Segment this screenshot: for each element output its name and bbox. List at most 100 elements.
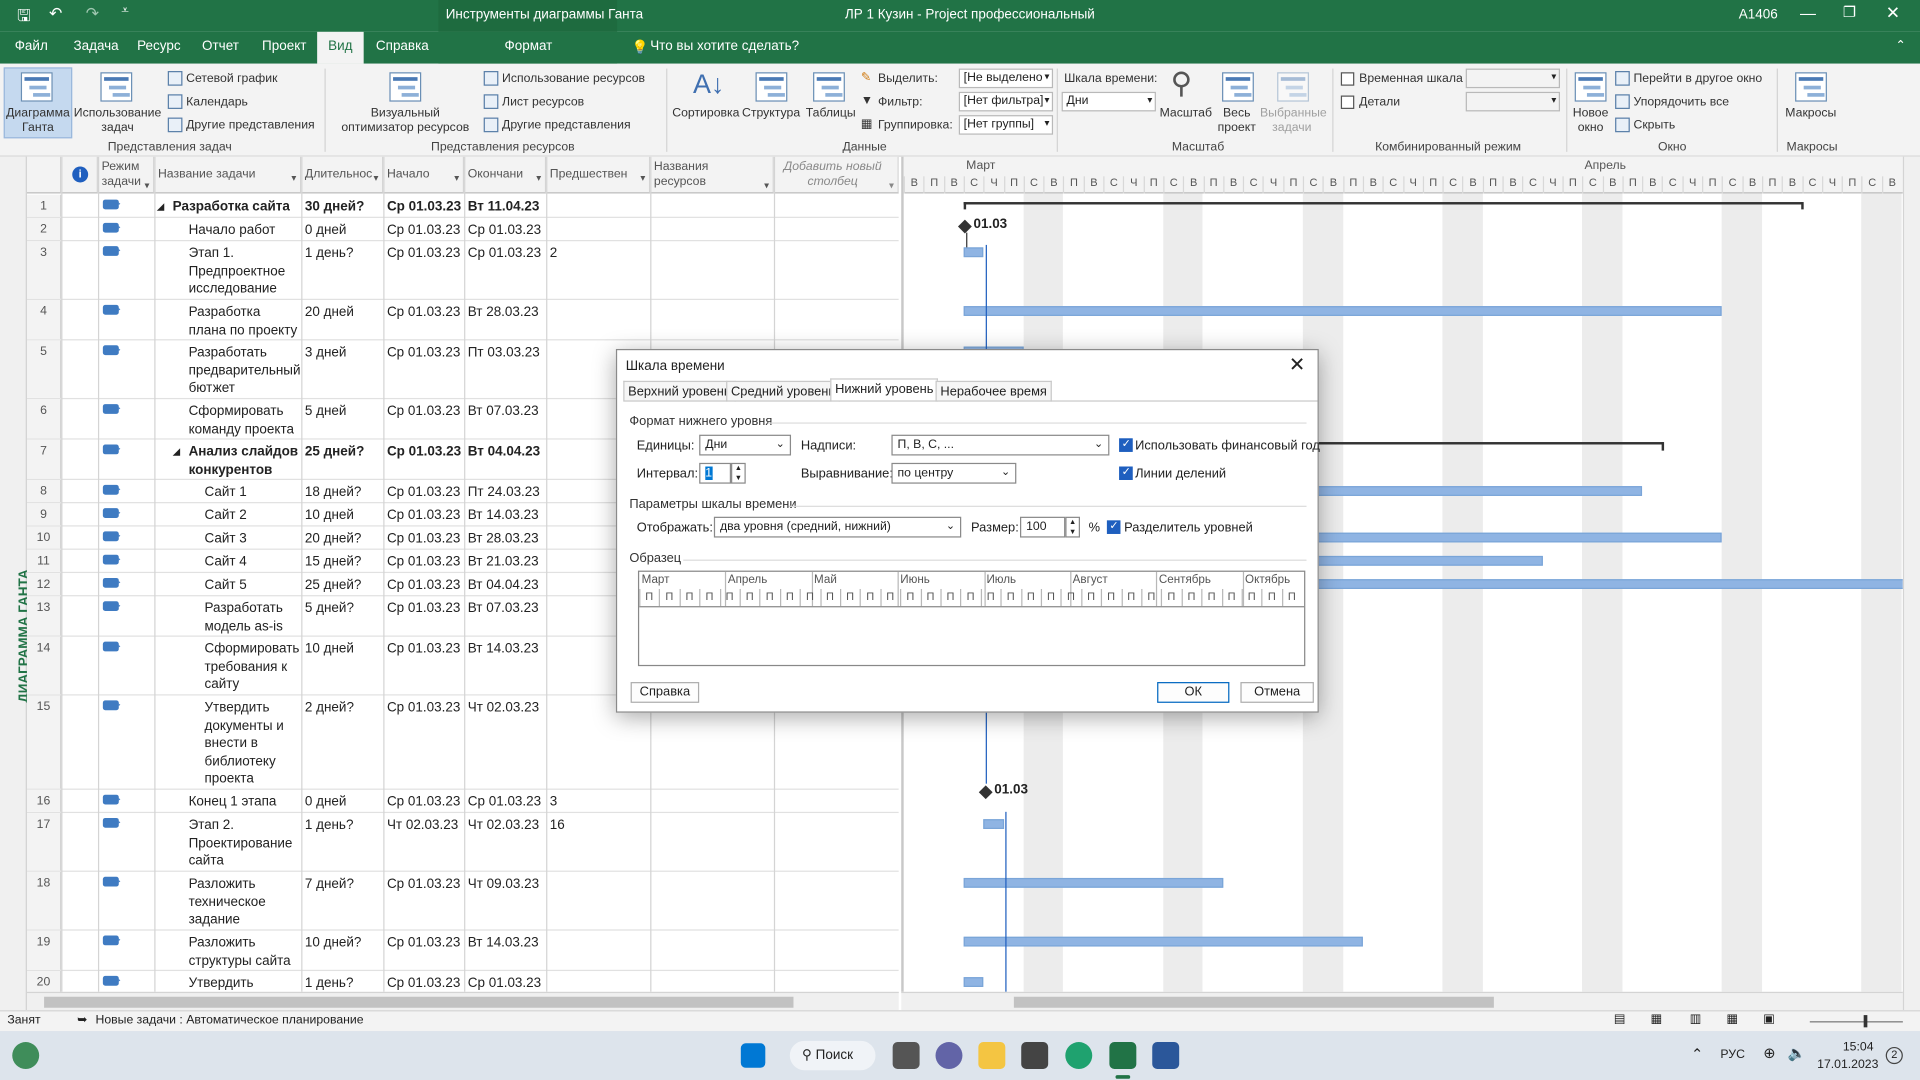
task-start[interactable]: Ср 01.03.23	[387, 793, 460, 811]
collapse-triangle-icon[interactable]: ◢	[157, 198, 165, 216]
row-number[interactable]: 10	[26, 526, 62, 549]
chevron-down-icon[interactable]: ▾	[764, 179, 769, 194]
chevron-down-icon[interactable]: ▾	[640, 171, 645, 186]
milestone-end-stage-1[interactable]	[978, 785, 993, 800]
table-hscroll[interactable]	[26, 991, 899, 1011]
input-language[interactable]: РУС	[1720, 1048, 1745, 1061]
task-start[interactable]: Ср 01.03.23	[387, 640, 460, 658]
task-duration[interactable]: 20 дней?	[305, 530, 362, 548]
details-checkbox[interactable]	[1340, 95, 1355, 109]
collapse-triangle-icon[interactable]: ◢	[173, 443, 181, 461]
row-number[interactable]: 8	[26, 480, 62, 503]
new-window-button[interactable]: Новое окно	[1571, 107, 1610, 136]
chevron-down-icon[interactable]: ▾	[454, 171, 459, 186]
task-duration[interactable]: 2 дней?	[305, 699, 354, 717]
notification-badge[interactable]: 2	[1885, 1046, 1903, 1065]
table-row[interactable]: 4 Разработка плана по проекту 20 дней Ср 01…	[26, 300, 899, 341]
network-icon[interactable]: ⊕	[1763, 1044, 1775, 1061]
customize-qat-icon[interactable]: ⩡	[121, 4, 129, 20]
chevron-down-icon[interactable]: ▾	[373, 171, 378, 186]
redo-icon[interactable]: ↷	[86, 4, 99, 24]
task-duration[interactable]: 25 дней?	[305, 577, 362, 595]
zoom-slider[interactable]	[1809, 1021, 1903, 1023]
task-name[interactable]: Разработать предварительный бютжет	[189, 344, 301, 397]
row-number[interactable]: 14	[26, 636, 62, 695]
row-number[interactable]: 16	[26, 789, 62, 812]
row-number[interactable]: 13	[26, 596, 62, 636]
task-bar[interactable]	[963, 877, 1224, 888]
task-duration[interactable]: 5 дней?	[305, 600, 354, 618]
table-row[interactable]: 17 Этап 2. Проектирование сайта 1 день? Чт …	[26, 813, 899, 872]
task-name[interactable]: Разложить техническое задание	[189, 876, 266, 929]
sort-button[interactable]: Сортировка	[672, 107, 739, 120]
task-duration[interactable]: 10 дней	[305, 640, 354, 658]
tab-resource[interactable]: Ресурс	[137, 39, 180, 54]
tab-nonworking-time[interactable]: Нерабочее время	[935, 380, 1052, 402]
task-finish[interactable]: Пт 03.03.23	[468, 344, 540, 362]
units-combo[interactable]: Дни ⌄	[699, 434, 792, 456]
task-duration[interactable]: 0 дней	[305, 793, 347, 811]
header-finish[interactable]: Окончани ▾	[464, 156, 547, 194]
task-name[interactable]: Разложить структуры сайта	[189, 934, 291, 970]
task-predecessors[interactable]: 16	[550, 817, 565, 835]
new-tasks-mode[interactable]: Новые задачи : Автоматическое планирован…	[96, 1014, 364, 1027]
header-task-mode[interactable]: Режим задачи ▾	[97, 156, 155, 194]
gantt-vscroll[interactable]	[1902, 156, 1920, 1011]
filter-combo[interactable]: [Нет фильтра] ▾	[958, 91, 1054, 112]
row-number[interactable]: 17	[26, 813, 62, 871]
row-number[interactable]: 3	[26, 241, 62, 299]
task-finish[interactable]: Вт 14.03.23	[468, 507, 539, 525]
task-name[interactable]: Сайт 5	[204, 577, 246, 595]
row-number[interactable]: 11	[26, 549, 62, 572]
gantt-hscroll-thumb[interactable]	[1013, 996, 1494, 1008]
timescale-combo[interactable]: Дни ▾	[1061, 91, 1156, 112]
scale-separator-checkbox[interactable]	[1106, 519, 1121, 534]
task-name[interactable]: Этап 2. Проектирование сайта	[189, 817, 293, 870]
header-resource-names[interactable]: Названия ресурсов ▾	[650, 156, 774, 194]
task-start[interactable]: Ср 01.03.23	[387, 198, 461, 216]
task-finish[interactable]: Чт 09.03.23	[468, 876, 539, 894]
task-finish[interactable]: Вт 28.03.23	[468, 304, 539, 322]
header-predecessors[interactable]: Предшествен ▾	[546, 156, 651, 194]
timeline-checkbox[interactable]	[1340, 72, 1355, 86]
task-start[interactable]: Ср 01.03.23	[387, 245, 460, 263]
tab-task[interactable]: Задача	[73, 39, 118, 54]
task-finish[interactable]: Вт 28.03.23	[468, 530, 539, 548]
task-start[interactable]: Ср 01.03.23	[387, 507, 460, 525]
resource-usage-button[interactable]: Использование ресурсов	[502, 72, 645, 85]
macros-button[interactable]: Макросы	[1785, 107, 1836, 120]
calendar-button[interactable]: Календарь	[186, 96, 248, 109]
row-number[interactable]: 6	[26, 399, 62, 439]
store-icon[interactable]	[1021, 1042, 1049, 1069]
count-field[interactable]: 1	[699, 462, 732, 484]
task-finish[interactable]: Вт 14.03.23	[468, 640, 539, 658]
fiscal-year-checkbox[interactable]	[1119, 437, 1133, 452]
zoom-slider-thumb[interactable]	[1863, 1015, 1868, 1028]
count-spinner[interactable]: ▲ ▼	[731, 462, 746, 484]
task-name[interactable]: Анализ слайдов конкурентов	[189, 443, 299, 479]
task-usage-label[interactable]: Использование задач	[73, 107, 162, 136]
align-combo[interactable]: по центру ⌄	[891, 462, 1017, 484]
user-name[interactable]: A1406	[1739, 7, 1778, 22]
size-spinner[interactable]: ▲ ▼	[1065, 516, 1081, 538]
task-name[interactable]: Сайт 3	[204, 530, 246, 548]
task-duration[interactable]: 0 дней	[305, 222, 347, 240]
header-task-name[interactable]: Название задачи ▾	[154, 156, 302, 194]
tab-project[interactable]: Проект	[262, 39, 306, 54]
task-finish[interactable]: Вт 04.04.23	[468, 443, 540, 461]
task-usage-view-icon[interactable]: ▦	[1651, 1013, 1663, 1026]
task-name[interactable]: Этап 1. Предпроектное исследование	[189, 245, 286, 298]
table-row[interactable]: 1 ◢ Разработка сайта 30 дней? Ср 01.03.23 Вт …	[26, 194, 899, 218]
summary-bar-1[interactable]	[963, 202, 1803, 205]
row-number[interactable]: 5	[26, 340, 62, 398]
header-add-column[interactable]: Добавить новый столбец ▾	[773, 156, 899, 194]
table-row[interactable]: 2 Начало работ 0 дней Ср 01.03.23 Ср 01.03.2…	[26, 217, 899, 242]
row-number[interactable]: 12	[26, 573, 62, 596]
tray-chevron-icon[interactable]: ⌃	[1691, 1046, 1703, 1063]
table-row[interactable]: 19 Разложить структуры сайта 10 дней? Ср 01…	[26, 930, 899, 972]
other-views-button[interactable]: Другие представления	[186, 119, 315, 132]
chevron-down-icon[interactable]: ▾	[889, 179, 894, 194]
task-start[interactable]: Ср 01.03.23	[387, 975, 460, 992]
project-app-icon[interactable]	[1109, 1042, 1137, 1069]
task-finish[interactable]: Вт 07.03.23	[468, 600, 539, 618]
